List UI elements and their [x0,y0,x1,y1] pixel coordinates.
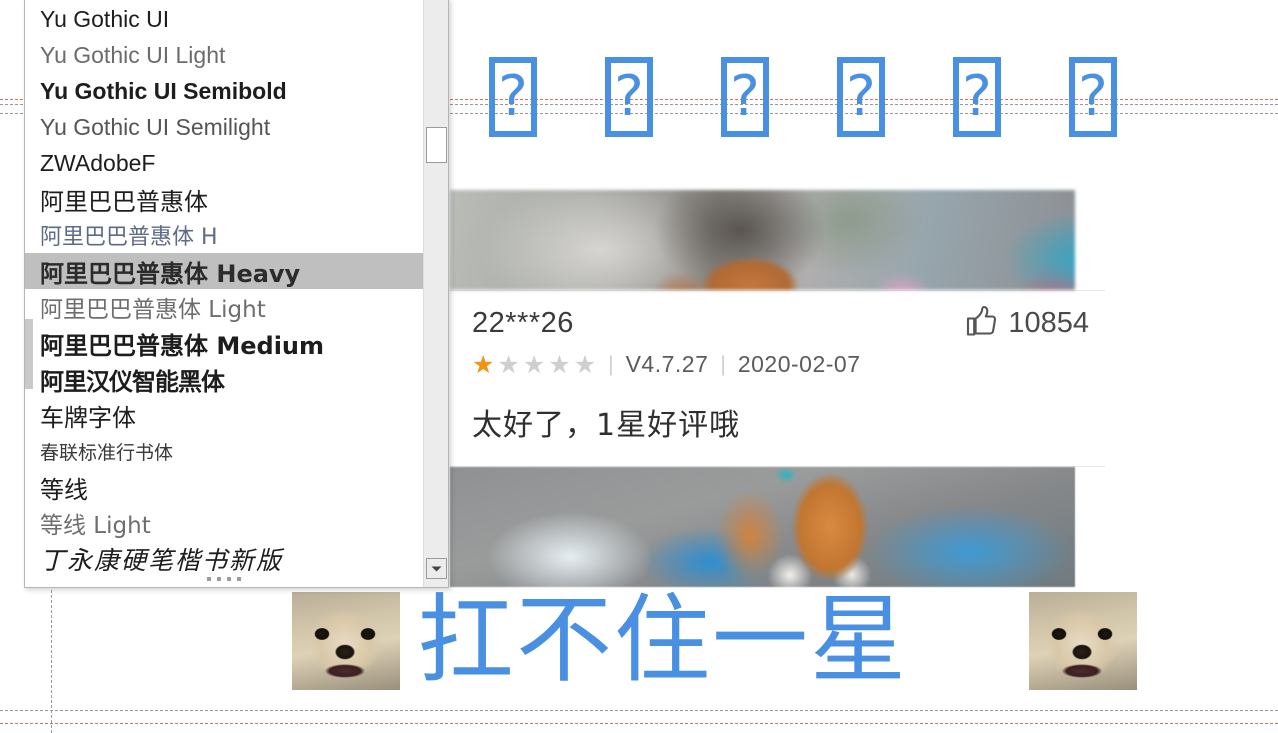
font-list-item[interactable]: Yu Gothic UI Light [25,37,425,73]
guide-line-red-bottom [0,723,1278,724]
like-group[interactable]: 10854 [964,305,1089,342]
reviewer-row: 22***26 10854 [472,305,1105,342]
resize-dot [207,577,211,581]
reviewer-name: 22***26 [472,307,574,339]
star-empty: ★ [573,350,597,379]
font-list-item[interactable]: 阿里巴巴普惠体 H [25,217,425,253]
font-list-item[interactable]: Yu Gothic UI Semilight [25,109,425,145]
font-list-item[interactable]: ZWAdobeF [25,145,425,181]
font-list-item[interactable]: 阿里巴巴普惠体 [25,181,425,217]
font-list[interactable]: Yu Gothic UI Yu Gothic UI Light Yu Gothi… [25,0,425,587]
slide-headline-text: 扛不住一星 [418,584,908,696]
missing-glyph-box: ? [1069,57,1117,137]
dropdown-resize-handle[interactable] [25,577,423,581]
missing-glyph-box: ? [605,57,653,137]
meme-image-right [1029,592,1137,690]
thumbs-up-icon[interactable] [964,305,998,342]
star-filled: ★ [472,350,495,379]
scrollbar-thumb[interactable] [426,127,447,163]
font-family-dropdown[interactable]: Yu Gothic UI Yu Gothic UI Light Yu Gothi… [24,0,449,588]
chevron-down-icon [431,565,442,573]
meme-image-left [292,592,400,690]
guide-line-gray-bottom [0,710,1278,711]
font-list-item[interactable]: 阿里巴巴普惠体 Light [25,289,425,325]
app-version: V4.7.27 [625,351,709,377]
star-empty: ★ [522,350,546,379]
missing-glyph-box: ? [489,57,537,137]
slide-canvas: ? ? ? ? ? ? 22***26 10854 ★ ★ ★ ★ ★ | V4… [0,0,1278,733]
missing-glyph-row: ? ? ? ? ? ? [489,57,1117,137]
scrollbar-track-shade [25,319,33,389]
separator: | [608,352,614,376]
font-list-item[interactable]: 丁永康硬笔楷书新版 [25,541,425,577]
font-list-item-selected[interactable]: 阿里巴巴普惠体 Heavy [25,253,425,289]
resize-dot [227,577,231,581]
font-list-item[interactable]: Yu Gothic UI [25,1,425,37]
resize-dot [237,577,241,581]
font-list-item[interactable]: 等线 Light [25,505,425,541]
review-photo-top [450,190,1075,290]
missing-glyph-box: ? [721,57,769,137]
font-list-item[interactable]: 等线 [25,469,425,505]
font-list-item[interactable]: 车牌字体 [25,397,425,433]
star-empty: ★ [497,350,520,379]
star-rating: ★ ★ ★ ★ ★ [472,352,596,377]
font-list-item[interactable]: 春联标准行书体 [25,433,425,469]
review-comment: 太好了，1星好评哦 [472,408,741,443]
star-empty: ★ [548,350,571,379]
review-subinfo-row: ★ ★ ★ ★ ★ | V4.7.27 | 2020-02-07 [472,351,1105,378]
missing-glyph-box: ? [953,57,1001,137]
like-count: 10854 [1008,307,1089,339]
font-list-item[interactable]: 阿里巴巴普惠体 Medium [25,325,425,361]
review-photo-bottom [450,467,1075,587]
app-review-card: 22***26 10854 ★ ★ ★ ★ ★ | V4.7.27 | 2020… [450,190,1105,587]
review-meta: 22***26 10854 ★ ★ ★ ★ ★ | V4.7.27 | 2020… [450,291,1105,466]
font-list-item[interactable]: Yu Gothic UI Semibold [25,73,425,109]
scrollbar-down-button[interactable] [426,558,447,579]
resize-dot [217,577,221,581]
review-date: 2020-02-07 [737,351,861,377]
font-list-item[interactable]: 阿里汉仪智能黑体 [25,361,425,397]
dropdown-scrollbar[interactable] [423,0,448,587]
separator: | [720,352,726,376]
missing-glyph-box: ? [837,57,885,137]
